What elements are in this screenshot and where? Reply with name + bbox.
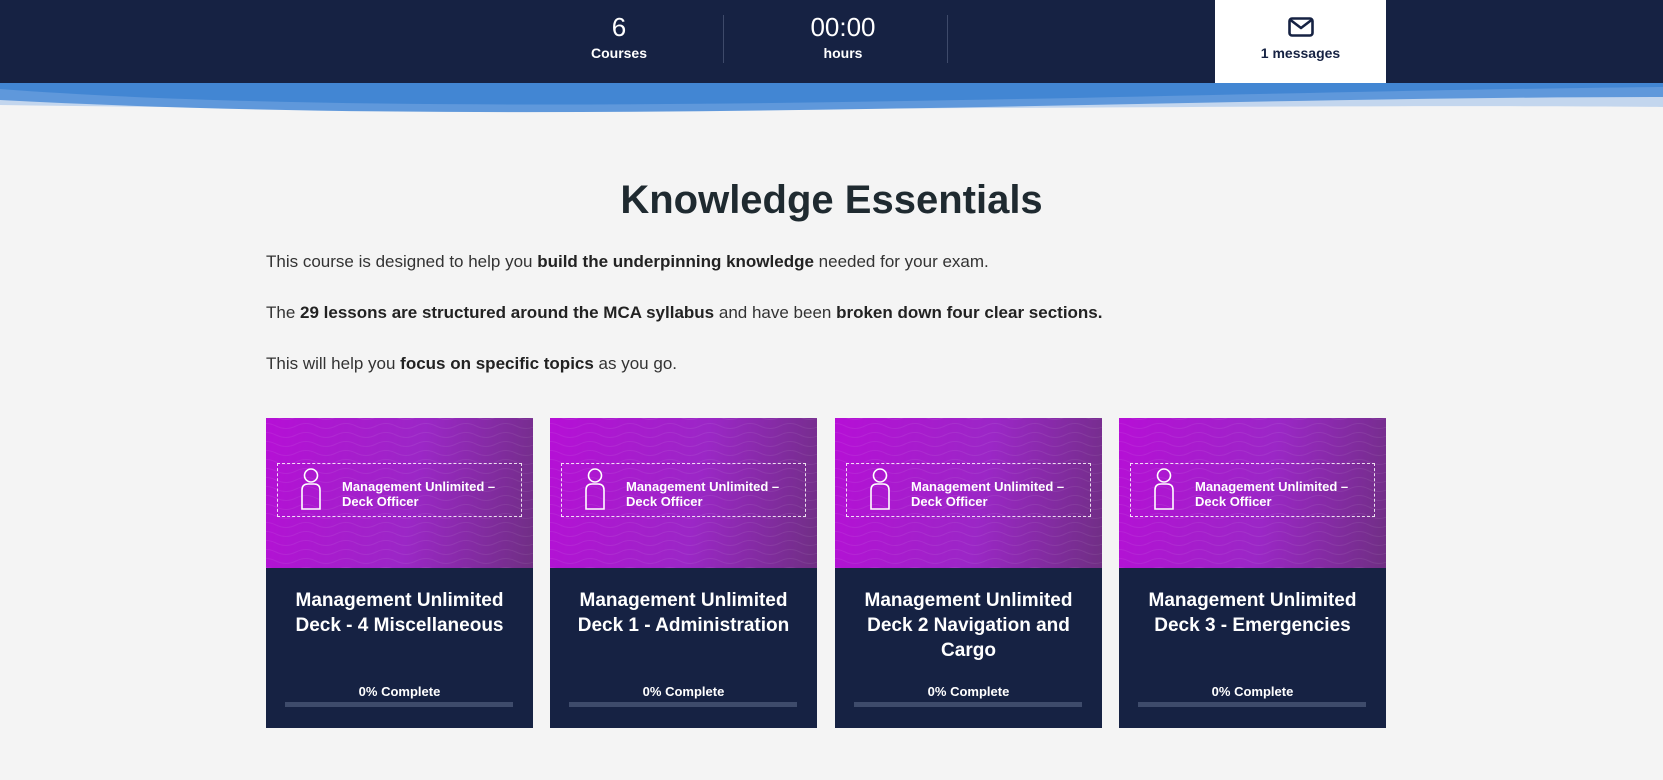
- top-stats-bar: 6 Courses 00:00 hours 1 messages: [0, 0, 1663, 84]
- course-title[interactable]: Management Unlimited Deck - 4 Miscellane…: [276, 588, 523, 638]
- course-thumbnail: Management Unlimited – Deck Officer: [1119, 418, 1386, 568]
- progress-label: 0% Complete: [642, 684, 725, 699]
- pattern-line: [561, 418, 817, 420]
- pattern-line: [1119, 558, 1386, 564]
- course-card[interactable]: Management Unlimited – Deck Officer Mana…: [550, 418, 817, 728]
- pattern-line: [266, 558, 533, 564]
- pattern-line: [266, 531, 533, 537]
- pattern-line: [277, 418, 533, 420]
- pattern-line: [550, 549, 817, 555]
- pattern-line: [1119, 567, 1366, 568]
- pattern-line: [550, 540, 817, 546]
- pattern-line: [835, 540, 1102, 546]
- pattern-line: [835, 522, 1102, 528]
- course-thumbnail: Management Unlimited – Deck Officer: [835, 418, 1102, 568]
- courses-stat: 6 Courses: [564, 0, 674, 84]
- person-icon: [870, 468, 890, 510]
- stat-divider: [723, 15, 724, 63]
- pattern-line: [1119, 522, 1386, 528]
- thumbnail-label: Management Unlimited – Deck Officer: [626, 479, 780, 509]
- text-bold: focus on specific topics: [400, 354, 594, 373]
- pattern-line: [1119, 549, 1386, 555]
- pattern-line: [550, 522, 817, 528]
- pattern-line: [835, 531, 1102, 537]
- pattern-line: [1119, 531, 1386, 537]
- progress-bar: [854, 702, 1082, 707]
- thumbnail-label: Management Unlimited – Deck Officer: [911, 479, 1065, 509]
- pattern-line: [266, 567, 513, 568]
- progress-bar: [285, 702, 513, 707]
- pattern-line: [1119, 423, 1386, 429]
- pattern-line: [550, 531, 817, 537]
- progress-label: 0% Complete: [927, 684, 1010, 699]
- hours-stat: 00:00 hours: [775, 0, 911, 84]
- pattern-line: [266, 423, 533, 429]
- text-bold: 29 lessons are structured around the MCA…: [300, 303, 715, 322]
- progress-bar: [569, 702, 797, 707]
- envelope-icon: [1288, 17, 1314, 37]
- intro-paragraph-1: This course is designed to help you buil…: [266, 251, 1386, 273]
- pattern-line: [266, 432, 533, 438]
- text-span: The: [266, 303, 301, 322]
- text-span: and have been: [714, 303, 837, 322]
- course-card[interactable]: Management Unlimited – Deck Officer Mana…: [835, 418, 1102, 728]
- pattern-line: [835, 432, 1102, 438]
- pattern-line: [266, 441, 533, 447]
- pattern-line: [835, 450, 1102, 456]
- progress-label: 0% Complete: [358, 684, 441, 699]
- course-title[interactable]: Management Unlimited Deck 2 Navigation a…: [845, 588, 1092, 663]
- pattern-line: [1119, 450, 1386, 456]
- hours-value: 00:00: [810, 12, 876, 42]
- progress-bar: [1138, 702, 1366, 707]
- pattern-line: [835, 423, 1102, 429]
- text-bold: broken down four clear sections.: [836, 303, 1103, 322]
- course-title[interactable]: Management Unlimited Deck 1 - Administra…: [560, 588, 807, 638]
- pattern-line: [550, 423, 817, 429]
- messages-label: 1 messages: [1260, 45, 1341, 61]
- text-bold: build the underpinning knowledge: [537, 252, 814, 271]
- pattern-line: [835, 441, 1102, 447]
- pattern-line: [266, 450, 533, 456]
- hours-label: hours: [823, 45, 863, 61]
- pattern-line: [835, 567, 1082, 568]
- pattern-line: [266, 522, 533, 528]
- stat-divider: [947, 15, 948, 63]
- pattern-line: [1119, 432, 1386, 438]
- person-icon: [585, 468, 605, 510]
- pattern-line: [266, 549, 533, 555]
- thumbnail-label: Management Unlimited – Deck Officer: [342, 479, 496, 509]
- person-icon: [1154, 468, 1174, 510]
- pattern-line: [550, 567, 797, 568]
- courses-label: Courses: [590, 45, 648, 61]
- intro-paragraph-2: The 29 lessons are structured around the…: [266, 302, 1386, 324]
- header-wave: [0, 83, 1663, 113]
- course-title[interactable]: Management Unlimited Deck 3 - Emergencie…: [1129, 588, 1376, 638]
- pattern-line: [835, 558, 1102, 564]
- pattern-line: [1119, 540, 1386, 546]
- pattern-line: [846, 418, 1102, 420]
- text-span: as you go.: [593, 354, 677, 373]
- course-thumbnail: Management Unlimited – Deck Officer: [550, 418, 817, 568]
- text-span: needed for your exam.: [813, 252, 989, 271]
- thumbnail-label: Management Unlimited – Deck Officer: [1195, 479, 1349, 509]
- messages-button[interactable]: 1 messages: [1215, 0, 1386, 84]
- course-card[interactable]: Management Unlimited – Deck Officer Mana…: [266, 418, 533, 728]
- pattern-line: [266, 540, 533, 546]
- pattern-line: [550, 432, 817, 438]
- page-title: Knowledge Essentials: [620, 178, 1043, 222]
- pattern-line: [550, 558, 817, 564]
- course-card[interactable]: Management Unlimited – Deck Officer Mana…: [1119, 418, 1386, 728]
- person-icon: [301, 468, 321, 510]
- pattern-line: [550, 441, 817, 447]
- pattern-line: [1119, 441, 1386, 447]
- pattern-line: [835, 549, 1102, 555]
- pattern-line: [550, 450, 817, 456]
- text-span: This will help you: [266, 354, 401, 373]
- courses-count: 6: [611, 12, 627, 42]
- pattern-line: [1130, 418, 1386, 420]
- course-thumbnail: Management Unlimited – Deck Officer: [266, 418, 533, 568]
- intro-paragraph-3: This will help you focus on specific top…: [266, 353, 1386, 375]
- progress-label: 0% Complete: [1211, 684, 1294, 699]
- text-span: This course is designed to help you: [266, 252, 538, 271]
